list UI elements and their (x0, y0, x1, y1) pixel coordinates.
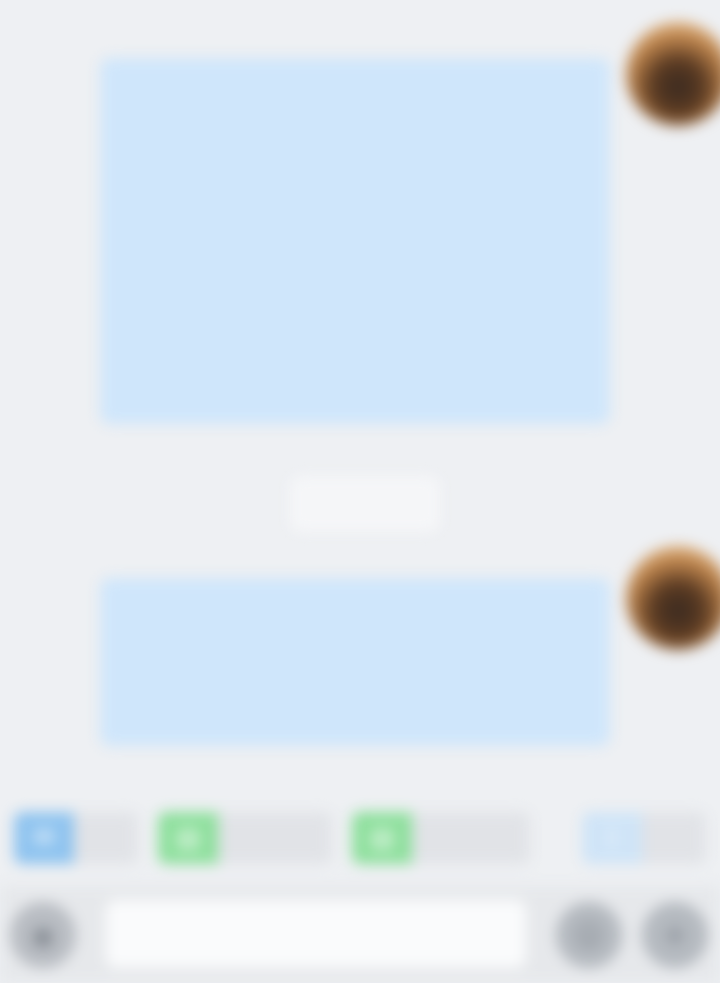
quick-action-item[interactable]: ✉ (14, 812, 138, 864)
document-icon: ▤ (352, 812, 412, 864)
message-bubble[interactable] (100, 58, 610, 424)
document-icon: ▤ (158, 812, 218, 864)
quick-action-item[interactable]: i (582, 812, 706, 864)
input-bar: ◉ ☺ + (0, 886, 720, 983)
quick-action-bar: ✉ ▤ ▤ i (0, 800, 720, 876)
chat-screen: ✉ ▤ ▤ i ◉ ☺ + (0, 0, 720, 983)
message-bubble[interactable] (100, 578, 610, 746)
microphone-icon: ◉ (30, 918, 56, 952)
voice-button[interactable]: ◉ (10, 902, 76, 968)
message-item (0, 0, 720, 470)
message-icon: ✉ (14, 812, 74, 864)
more-button[interactable]: + (642, 902, 708, 968)
message-input[interactable] (106, 900, 526, 968)
quick-action-item[interactable]: ▤ (158, 812, 332, 864)
message-item (0, 530, 720, 770)
plus-icon: + (660, 915, 690, 955)
avatar[interactable] (626, 546, 720, 650)
emoji-icon: ☺ (574, 918, 604, 952)
time-divider (290, 476, 440, 532)
info-icon: i (582, 812, 642, 864)
avatar[interactable] (626, 22, 720, 126)
emoji-button[interactable]: ☺ (556, 902, 622, 968)
quick-action-item[interactable]: ▤ (352, 812, 530, 864)
